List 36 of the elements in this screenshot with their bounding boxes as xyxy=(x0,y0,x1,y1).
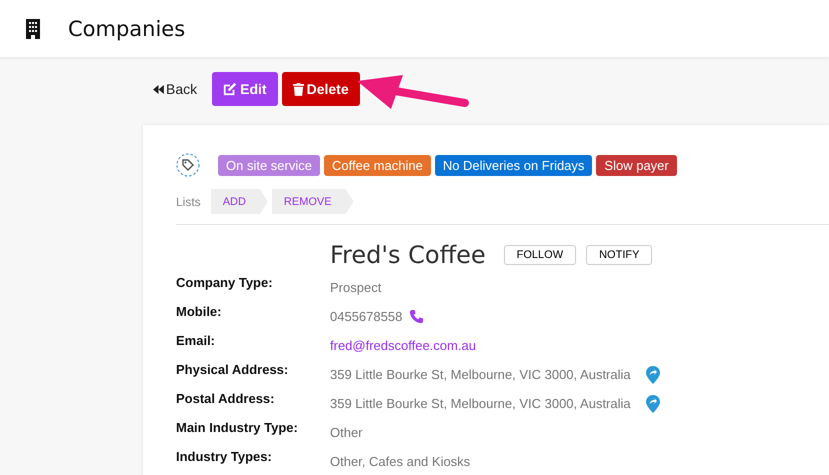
tag[interactable]: On site service xyxy=(218,154,320,176)
field-label: Postal Address: xyxy=(176,391,276,408)
tag[interactable]: Coffee machine xyxy=(324,154,431,176)
trash-icon xyxy=(292,82,304,96)
field-label: Main Industry Type: xyxy=(176,420,299,437)
back-link[interactable]: Back xyxy=(153,81,198,97)
field-value: 0455678558 xyxy=(330,309,402,324)
edit-icon xyxy=(223,82,238,96)
rewind-icon xyxy=(153,84,164,94)
field-label: Company Type: xyxy=(176,275,274,292)
list-step-button[interactable]: ADD xyxy=(210,189,268,214)
field-value: 359 Little Bourke St, Melbourne, VIC 3000, Australia xyxy=(330,396,631,411)
field-label: Industry Types: xyxy=(176,449,273,466)
map-pin-icon[interactable] xyxy=(646,394,660,412)
page-title: Companies xyxy=(68,16,186,40)
field-label: Email: xyxy=(176,333,216,350)
building-icon xyxy=(26,18,40,38)
outline-button[interactable]: FOLLOW xyxy=(504,245,576,265)
edit-button[interactable]: Edit xyxy=(212,72,278,106)
field-label: Physical Address: xyxy=(176,362,290,379)
map-pin-icon[interactable] xyxy=(646,366,660,384)
list-step-button[interactable]: REMOVE xyxy=(272,189,354,214)
delete-button[interactable]: Delete xyxy=(282,72,360,106)
field-value: Other xyxy=(330,425,363,440)
outline-button[interactable]: NOTIFY xyxy=(586,245,652,265)
phone-icon[interactable] xyxy=(409,309,424,324)
field-value: 359 Little Bourke St, Melbourne, VIC 3000, Australia xyxy=(330,367,631,382)
company-name: Fred's Coffee xyxy=(330,241,486,269)
field-value: Other, Cafes and Kiosks xyxy=(330,454,470,469)
lists-label: Lists xyxy=(176,194,201,208)
email-link[interactable]: fred@fredscoffee.com.au xyxy=(330,338,476,353)
tag[interactable]: Slow payer xyxy=(596,154,677,176)
tag-icon[interactable] xyxy=(176,153,200,177)
field-value: Prospect xyxy=(330,280,382,295)
field-label: Mobile: xyxy=(176,304,222,321)
tag[interactable]: No Deliveries on Fridays xyxy=(434,154,592,176)
